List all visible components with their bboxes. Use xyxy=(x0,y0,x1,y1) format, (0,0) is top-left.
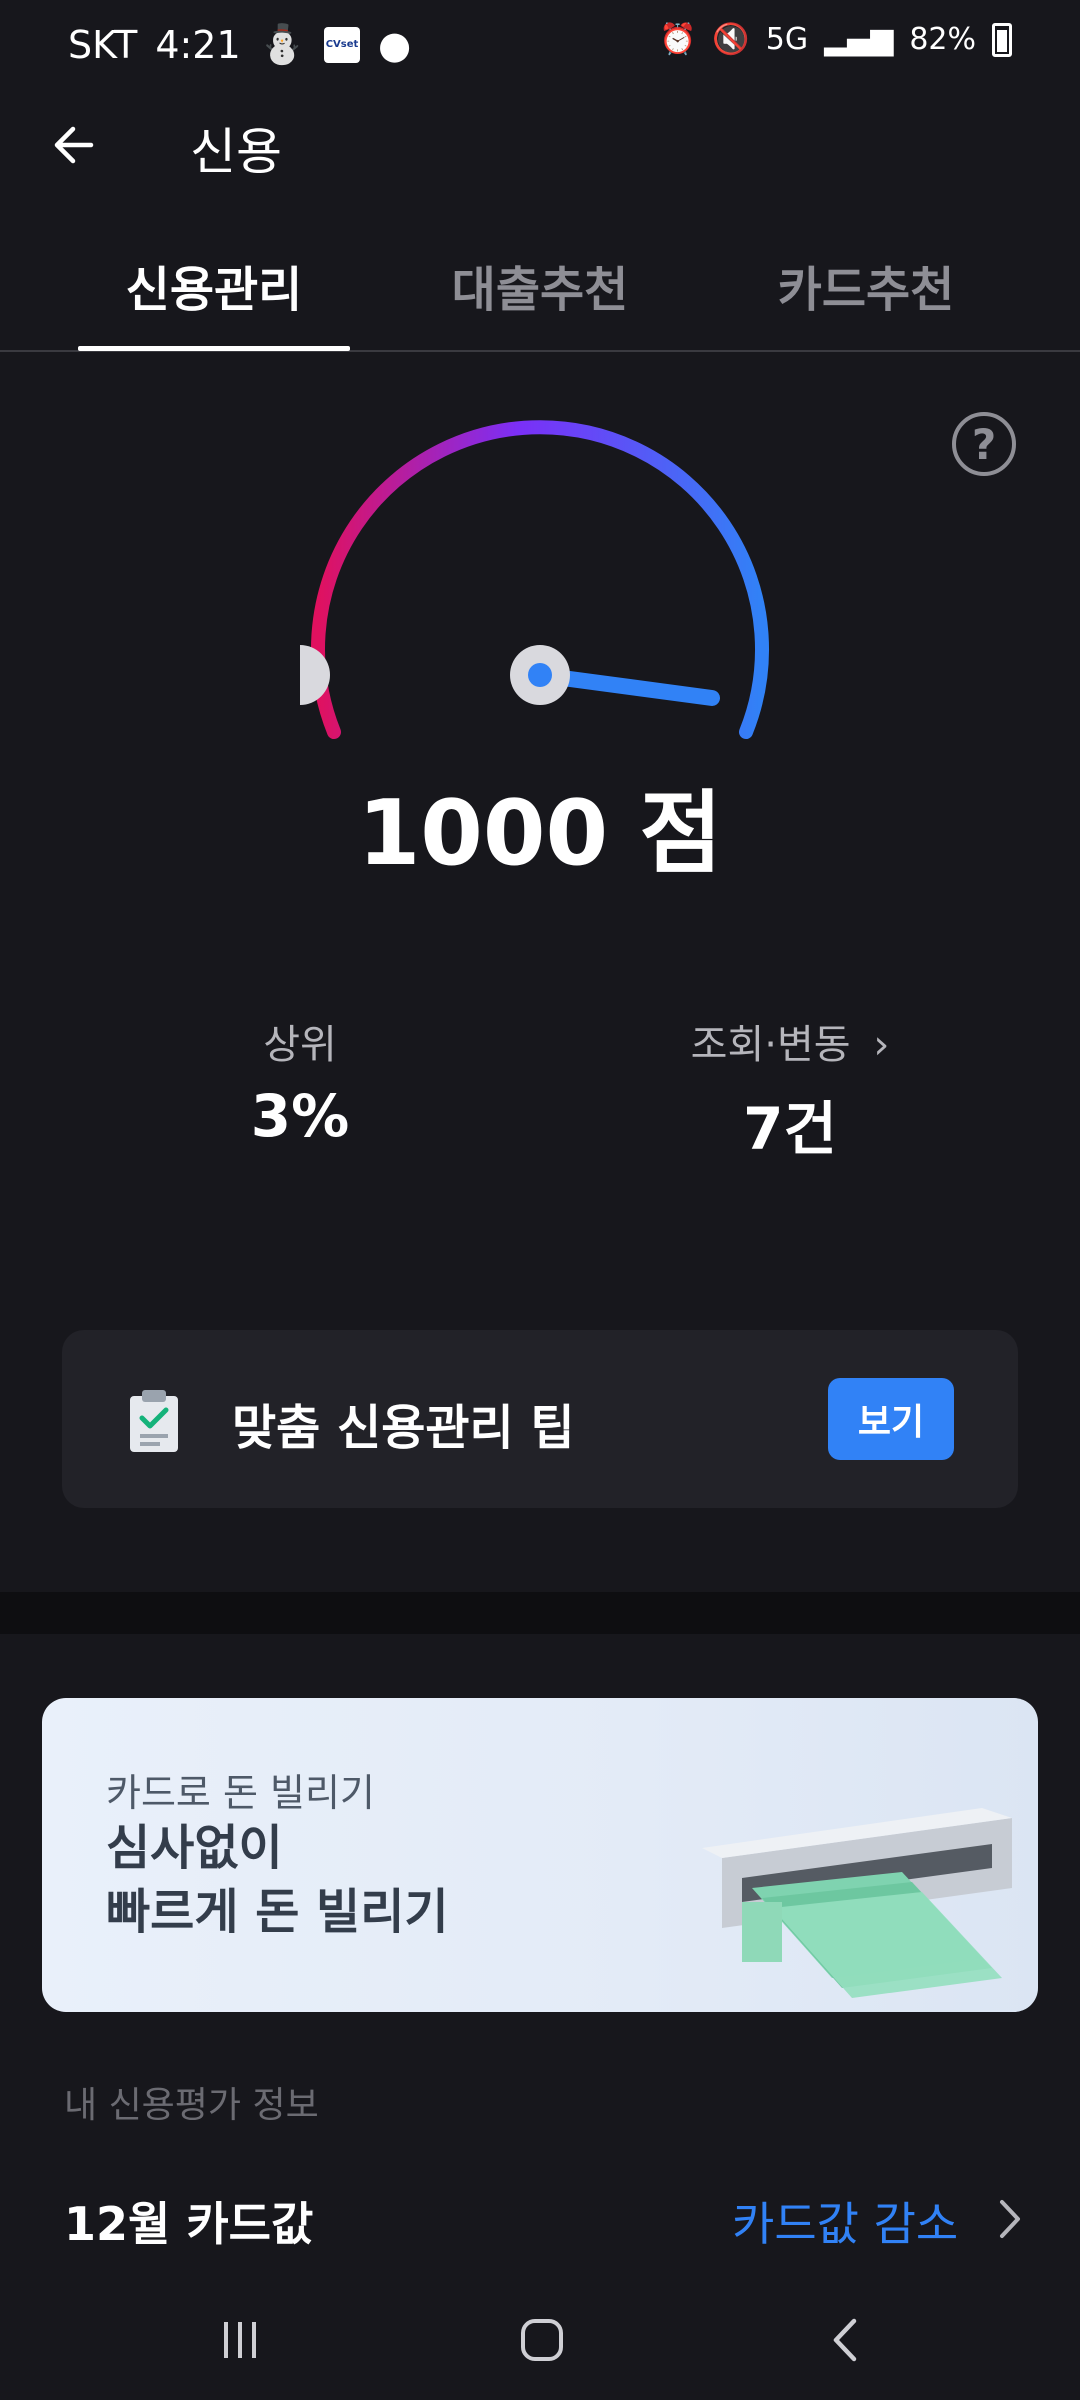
system-nav-bar xyxy=(0,2280,1080,2400)
tip-label: 맞춤 신용관리 팁 xyxy=(232,1400,575,1456)
rank-value: 3% xyxy=(250,1082,350,1150)
app-badge-icon: CVset xyxy=(323,26,360,63)
rank-stat: 상위 3% xyxy=(200,1012,400,1150)
tab-bar: 신용관리 대출추천 카드추천 xyxy=(0,220,1080,352)
arrow-left-icon xyxy=(54,126,94,164)
status-bar: SKT 4:21 ⛄ CVset ● ⏰ 🔇 5G ▂▄▆ 82% xyxy=(0,0,1080,88)
credit-score: 1000 점 xyxy=(357,781,723,886)
card-bill-status: 카드값 감소 xyxy=(732,2197,959,2251)
battery-icon xyxy=(992,22,1012,57)
chevron-right-icon: › xyxy=(873,1022,890,1068)
card-bill-title: 12월 카드값 xyxy=(64,2197,314,2251)
battery-label: 82% xyxy=(909,22,976,57)
signal-icon: ▂▄▆ xyxy=(824,22,894,57)
tab-card-recommendation[interactable]: 카드추천 xyxy=(730,250,1002,320)
credit-score-gauge xyxy=(300,420,769,739)
recent-apps-icon xyxy=(224,2322,256,2358)
back-icon xyxy=(833,2318,857,2362)
mute-icon: 🔇 xyxy=(712,22,750,57)
home-button[interactable] xyxy=(502,2310,582,2370)
credit-tip-card[interactable]: 맞춤 신용관리 팁 보기 xyxy=(62,1330,1018,1508)
section-divider xyxy=(0,1592,1080,1634)
inquiry-value: 7건 xyxy=(743,1095,837,1163)
back-button[interactable] xyxy=(40,110,110,180)
inquiry-stat[interactable]: 조회·변동 › 7건 xyxy=(640,1012,940,1166)
banner-title: 심사없이 빠르게 돈 빌리기 xyxy=(106,1820,449,1940)
active-tab-indicator xyxy=(78,346,350,351)
loan-promo-banner[interactable]: 카드로 돈 빌리기 심사없이 빠르게 돈 빌리기 xyxy=(42,1698,1038,2012)
nav-back-button[interactable] xyxy=(806,2310,886,2370)
recent-apps-button[interactable] xyxy=(200,2310,280,2370)
clipboard-check-icon xyxy=(130,1390,178,1452)
chevron-right-icon xyxy=(1000,2200,1020,2238)
clock: 4:21 xyxy=(155,22,241,67)
status-left: SKT 4:21 ⛄ CVset ● xyxy=(68,22,411,67)
card-bill-row[interactable]: 12월 카드값 카드값 감소 xyxy=(0,2180,1080,2260)
app-header: 신용 xyxy=(0,88,1080,198)
tab-loan-recommendation[interactable]: 대출추천 xyxy=(404,250,676,320)
money-atm-icon xyxy=(702,1808,1012,1998)
rank-label: 상위 xyxy=(263,1022,337,1068)
inquiry-label: 조회·변동 › xyxy=(690,1022,890,1068)
person-notification-icon: ⛄ xyxy=(258,22,306,66)
banner-subtitle: 카드로 돈 빌리기 xyxy=(106,1771,375,1815)
page-title: 신용 xyxy=(190,123,282,181)
status-right: ⏰ 🔇 5G ▂▄▆ 82% xyxy=(659,22,1012,57)
chat-bubble-icon: ● xyxy=(377,22,412,67)
home-icon xyxy=(521,2319,563,2361)
view-tip-button[interactable]: 보기 xyxy=(828,1378,954,1460)
credit-info-section-label: 내 신용평가 정보 xyxy=(64,2085,319,2126)
tab-credit-management[interactable]: 신용관리 xyxy=(78,250,350,320)
alarm-icon: ⏰ xyxy=(659,22,697,57)
carrier-label: SKT xyxy=(68,22,138,67)
network-label: 5G xyxy=(765,22,809,57)
question-circle-icon[interactable]: ? xyxy=(952,412,1016,476)
